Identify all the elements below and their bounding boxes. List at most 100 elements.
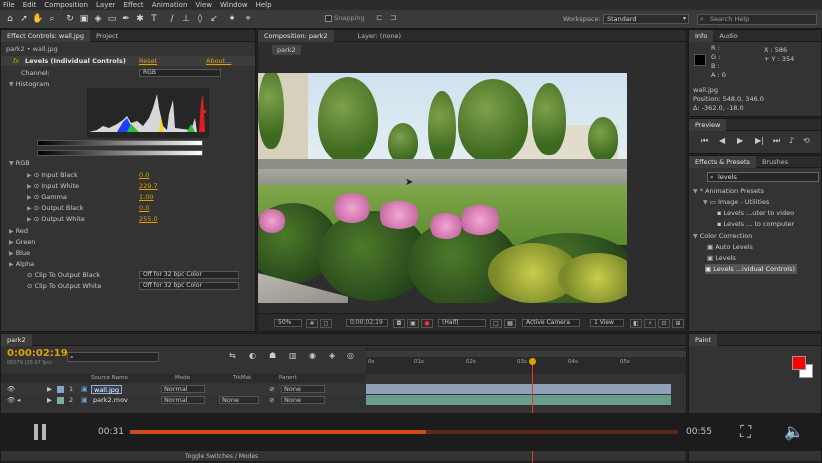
fast-previews-icon[interactable]: ⚡ xyxy=(644,319,656,328)
puppet-tool-icon[interactable]: ✦ xyxy=(226,13,238,25)
snapping-checkbox[interactable] xyxy=(325,15,332,22)
param-value[interactable]: 0.0 xyxy=(139,170,149,180)
selection-tool-icon[interactable]: ➚ xyxy=(18,13,30,25)
grid-icon[interactable]: # xyxy=(306,319,318,328)
toggle-pixel-icon[interactable]: ◧ xyxy=(630,319,642,328)
label-color-icon[interactable] xyxy=(57,397,64,404)
camera-tool-icon[interactable]: ▣ xyxy=(78,13,90,25)
layer-mode[interactable]: Normal xyxy=(161,385,205,393)
home-icon[interactable]: ⌂ xyxy=(4,13,16,25)
menu-layer[interactable]: Layer xyxy=(96,1,116,9)
pan-behind-tool-icon[interactable]: ◈ xyxy=(92,13,104,25)
tab-effect-controls[interactable]: Effect Controls: wall.jpg xyxy=(1,29,90,42)
layer-trkmat[interactable]: None xyxy=(219,396,259,404)
foreground-color-swatch[interactable] xyxy=(792,356,806,370)
param-row-input-white[interactable]: ▶ ⊙ Input White xyxy=(27,181,79,191)
rgb-row[interactable]: ▼ RGB xyxy=(9,158,30,168)
zoom-tool-icon[interactable]: ⌕ xyxy=(46,13,58,25)
tab-info[interactable]: Info xyxy=(689,29,714,42)
progress-track[interactable] xyxy=(130,430,678,434)
tree-item[interactable]: ▼ ▭ Image - Utilities xyxy=(703,197,769,207)
param-value[interactable]: 255.0 xyxy=(139,214,158,224)
tab-layer[interactable]: Layer: (none) xyxy=(352,30,408,42)
time-ruler[interactable]: 0s 01s 02s 03s 04s 05s xyxy=(366,348,686,374)
rotate-tool-icon[interactable]: ↻ xyxy=(64,13,76,25)
tab-timeline-park2[interactable]: park2 xyxy=(1,333,32,346)
menu-edit[interactable]: Edit xyxy=(23,1,37,9)
param-value[interactable]: 0.0 xyxy=(139,203,149,213)
pickwhip-icon[interactable]: ⊘ xyxy=(269,395,274,406)
label-color-icon[interactable] xyxy=(57,386,64,393)
roi-icon[interactable]: □ xyxy=(490,319,502,328)
pin-tool-icon[interactable]: ✱ xyxy=(134,13,146,25)
views-select[interactable]: 1 View xyxy=(590,319,624,327)
eraser-tool-icon[interactable]: ◊ xyxy=(194,13,206,25)
reset-link[interactable]: Reset xyxy=(139,56,157,66)
channel-row-blue[interactable]: ▶ Blue xyxy=(9,248,30,258)
tab-preview[interactable]: Preview xyxy=(689,118,727,131)
pickwhip-icon[interactable]: ⊘ xyxy=(269,384,274,395)
layer-mode[interactable]: Normal xyxy=(161,396,205,404)
snap-icon[interactable]: ⊏ xyxy=(376,13,388,25)
effects-search-input[interactable]: ⌕ levels xyxy=(707,172,819,182)
play-icon[interactable]: ▶ xyxy=(737,136,743,145)
layer-row[interactable]: 👁 ▶ 1 ▣ wall.jpg Normal ⊘ None xyxy=(1,384,365,395)
hand-tool-icon[interactable]: ✋ xyxy=(32,13,44,25)
clip-white-select[interactable]: Off for 32 bpc Color xyxy=(139,282,239,290)
param-value[interactable]: 229.7 xyxy=(139,181,158,191)
snapshot-icon[interactable]: ◘ xyxy=(393,319,405,328)
menu-animation[interactable]: Animation xyxy=(152,1,188,9)
layer-row[interactable]: 👁 ◂ ▶ 2 ▣ park2.mov Normal None ⊘ None xyxy=(1,395,365,406)
pin-puppet-icon[interactable]: ⌖ xyxy=(242,13,254,25)
toggle-switches-modes[interactable]: Toggle Switches / Modes xyxy=(185,453,258,460)
menu-view[interactable]: View xyxy=(195,1,212,9)
tab-brushes[interactable]: Brushes xyxy=(756,156,794,168)
resolution-select[interactable]: (Half) xyxy=(438,319,486,327)
brush-tool-icon[interactable]: ∕ xyxy=(166,13,178,25)
type-tool-icon[interactable]: T xyxy=(148,13,160,25)
tree-item[interactable]: ▪ Levels ... to computer xyxy=(717,219,794,229)
next-frame-icon[interactable]: ▶| xyxy=(755,136,764,145)
channel-row-red[interactable]: ▶ Red xyxy=(9,226,28,236)
stopwatch-icon[interactable]: ⊙ xyxy=(34,215,39,223)
show-snapshot-icon[interactable]: ▣ xyxy=(407,319,419,328)
tab-project[interactable]: Project xyxy=(90,30,124,42)
histogram-marker[interactable] xyxy=(203,110,206,113)
param-row-input-black[interactable]: ▶ ⊙ Input Black xyxy=(27,170,78,180)
previous-frame-icon[interactable]: ◀ xyxy=(719,136,725,145)
menu-help[interactable]: Help xyxy=(256,1,272,9)
tree-item[interactable]: ▣ Levels xyxy=(707,253,736,263)
stopwatch-icon[interactable]: ⊙ xyxy=(27,271,32,279)
layer-parent[interactable]: None xyxy=(281,385,325,393)
audio-speaker-icon[interactable]: ◂ xyxy=(17,395,20,406)
roto-brush-icon[interactable]: ↙ xyxy=(208,13,220,25)
composition-viewer[interactable]: ➤ xyxy=(258,73,627,303)
timeline-timecode[interactable]: 0:00:02:19 xyxy=(7,348,68,359)
menu-effect[interactable]: Effect xyxy=(124,1,144,9)
timeline-icon[interactable]: ⊡ xyxy=(658,319,670,328)
tree-item[interactable]: ▪ Levels ...uter to video xyxy=(717,208,794,218)
brainstorm-icon[interactable]: ◎ xyxy=(347,351,354,360)
tab-paint[interactable]: Paint xyxy=(689,333,718,346)
tab-composition[interactable]: Composition: park2 xyxy=(258,29,334,42)
visibility-eye-icon[interactable]: 👁 xyxy=(7,395,15,406)
draft-3d-icon[interactable]: ◐ xyxy=(249,351,256,360)
menu-window[interactable]: Window xyxy=(220,1,248,9)
motion-blur-icon[interactable]: ◉ xyxy=(309,351,316,360)
fx-icon[interactable]: fx xyxy=(13,56,19,66)
channel-rgb-icon[interactable]: ● xyxy=(421,319,433,328)
layer-name[interactable]: wall.jpg xyxy=(91,385,123,394)
channel-row-green[interactable]: ▶ Green xyxy=(9,237,35,247)
stopwatch-icon[interactable]: ⊙ xyxy=(34,182,39,190)
channel-select[interactable]: RGB xyxy=(139,69,221,77)
work-area-bar[interactable] xyxy=(366,351,686,357)
layer-parent[interactable]: None xyxy=(281,396,325,404)
tree-item-selected[interactable]: ▣ Levels ...ividual Controls) xyxy=(705,264,798,274)
about-link[interactable]: About... xyxy=(206,56,231,66)
workspace-select[interactable]: Standard ▾ xyxy=(603,14,689,24)
param-row-gamma[interactable]: ▶ ⊙ Gamma xyxy=(27,192,67,202)
mask-icon[interactable]: ◻ xyxy=(320,319,332,328)
layer-name[interactable]: park2.mov xyxy=(93,395,128,406)
stopwatch-icon[interactable]: ⊙ xyxy=(34,193,39,201)
histogram-row[interactable]: ▼ Histogram xyxy=(9,79,49,89)
